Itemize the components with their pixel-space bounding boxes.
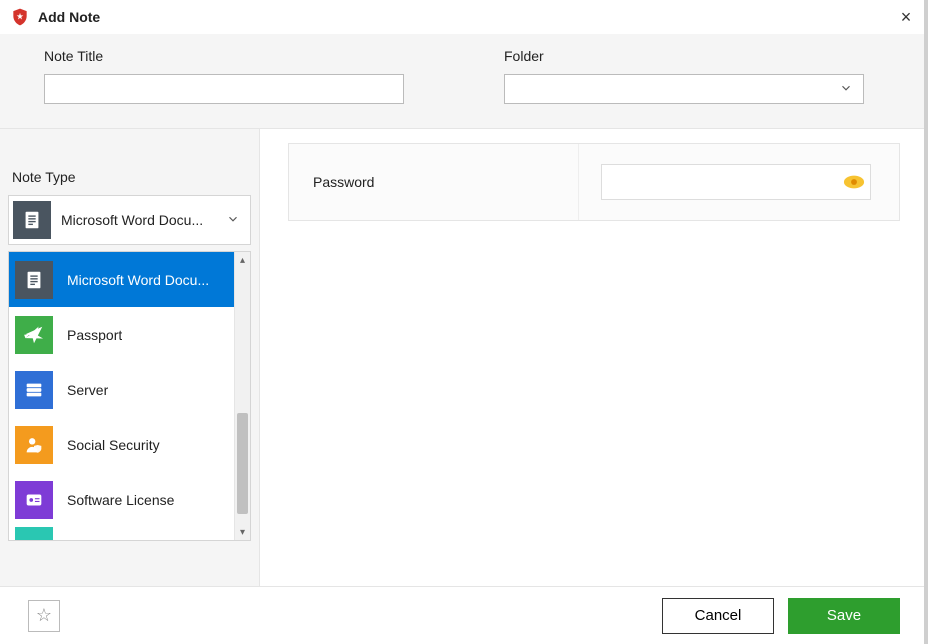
document-icon (15, 261, 53, 299)
content-panel: Password (260, 129, 928, 587)
dropdown-scrollbar[interactable]: ▴ ▾ (234, 252, 250, 540)
list-item-label: Server (67, 382, 108, 398)
star-icon: ☆ (36, 605, 52, 626)
titlebar: Add Note × (0, 0, 928, 34)
note-type-dropdown: Microsoft Word Docu... Passport (8, 251, 251, 541)
note-type-select[interactable]: Microsoft Word Docu... (8, 195, 251, 245)
note-type-item-passport[interactable]: Passport (9, 307, 234, 362)
chevron-down-icon (216, 212, 250, 229)
password-label: Password (313, 174, 374, 190)
folder-label: Folder (504, 48, 864, 64)
cancel-button[interactable]: Cancel (662, 598, 774, 634)
note-type-selected-label: Microsoft Word Docu... (61, 212, 216, 228)
favorite-button[interactable]: ☆ (28, 600, 60, 632)
password-label-cell: Password (289, 144, 579, 220)
note-type-label: Note Type (0, 169, 259, 195)
list-item-label: Passport (67, 327, 122, 343)
note-title-label: Note Title (44, 48, 404, 64)
password-input-wrap (601, 164, 871, 200)
sidebar: Note Type Microsoft Word Docu... (0, 129, 260, 587)
note-title-input[interactable] (44, 74, 404, 104)
server-icon (15, 371, 53, 409)
window-title: Add Note (38, 9, 100, 25)
license-icon (15, 481, 53, 519)
note-title-field: Note Title (44, 48, 404, 104)
close-icon[interactable]: × (894, 8, 918, 26)
folder-field: Folder (504, 48, 864, 104)
footer: ☆ Cancel Save (0, 586, 928, 644)
window-scrollbar-edge (924, 0, 928, 644)
top-form: Note Title Folder (0, 34, 928, 129)
folder-select[interactable] (504, 74, 864, 104)
password-value-cell (579, 144, 899, 220)
list-item-label: Software License (67, 492, 174, 508)
note-type-item-word[interactable]: Microsoft Word Docu... (9, 252, 234, 307)
scroll-track[interactable] (235, 268, 250, 524)
note-type-item-server[interactable]: Server (9, 362, 234, 417)
chevron-down-icon (839, 81, 853, 98)
peek-icon (15, 527, 53, 540)
airplane-icon (15, 316, 53, 354)
password-row: Password (288, 143, 900, 221)
note-type-item-social-security[interactable]: Social Security (9, 417, 234, 472)
note-type-item-software-license[interactable]: Software License (9, 472, 234, 527)
scroll-up-icon[interactable]: ▴ (235, 252, 251, 268)
password-input[interactable] (602, 170, 838, 194)
app-shield-icon (10, 7, 30, 27)
footer-actions: Cancel Save (662, 598, 900, 634)
scroll-thumb[interactable] (237, 413, 248, 514)
scroll-down-icon[interactable]: ▾ (235, 524, 251, 540)
eye-icon[interactable] (838, 168, 870, 196)
person-shield-icon (15, 426, 53, 464)
document-icon (13, 201, 51, 239)
save-button[interactable]: Save (788, 598, 900, 634)
list-item-label: Microsoft Word Docu... (67, 272, 209, 288)
main: Note Type Microsoft Word Docu... (0, 129, 928, 587)
list-item-label: Social Security (67, 437, 160, 453)
note-type-item-peek[interactable] (9, 527, 234, 540)
note-type-list: Microsoft Word Docu... Passport (9, 252, 234, 540)
